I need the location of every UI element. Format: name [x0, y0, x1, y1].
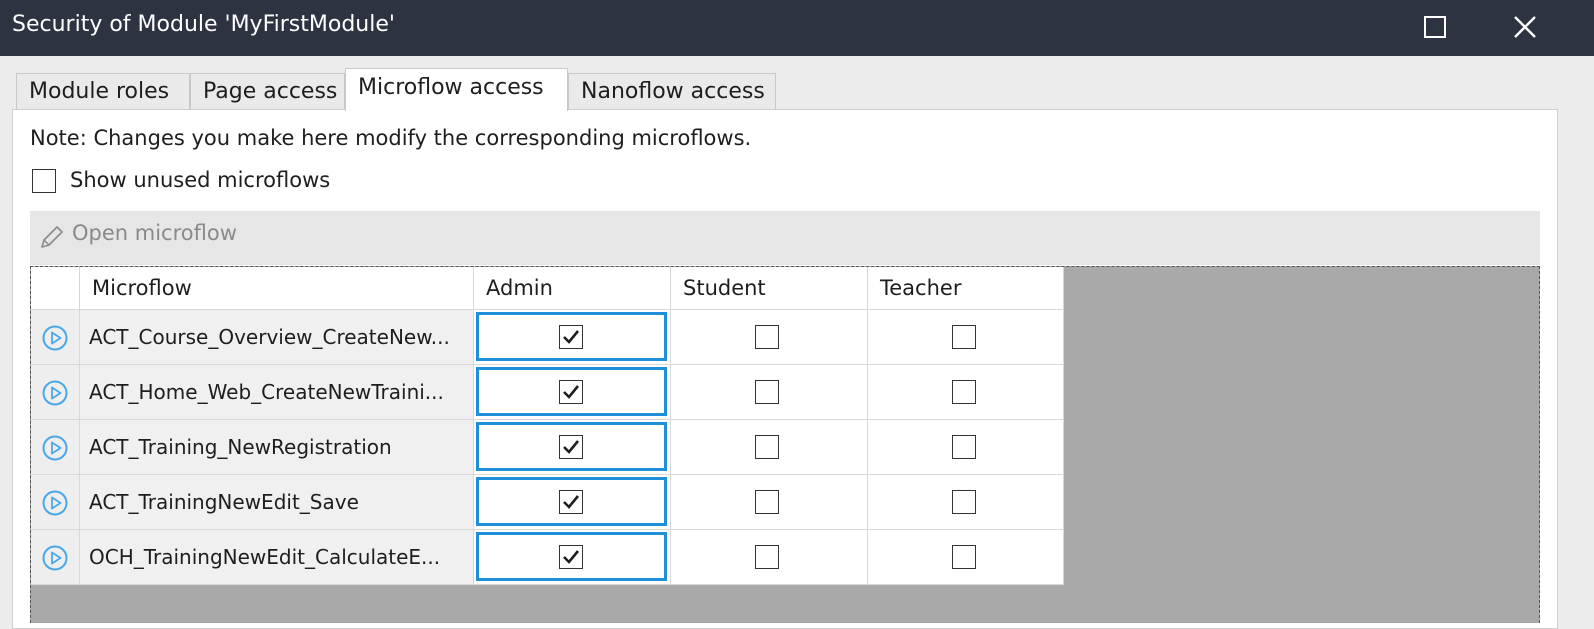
tab-microflow-access[interactable]: Microflow access [345, 68, 568, 111]
microflow-name[interactable]: OCH_TrainingNewEdit_CalculateE... [80, 530, 474, 585]
teacher-checkbox[interactable] [952, 490, 976, 514]
admin-cell[interactable] [474, 365, 671, 420]
student-checkbox[interactable] [755, 435, 779, 459]
student-cell[interactable] [671, 530, 868, 585]
checkmark-icon [563, 550, 580, 564]
teacher-checkbox[interactable] [952, 380, 976, 404]
microflow-play-icon [42, 380, 68, 406]
header-student[interactable]: Student [671, 267, 868, 310]
admin-cell[interactable] [474, 420, 671, 475]
header-admin[interactable]: Admin [474, 267, 671, 310]
student-checkbox[interactable] [755, 325, 779, 349]
student-checkbox[interactable] [755, 490, 779, 514]
tab-page-access[interactable]: Page access [190, 73, 345, 111]
table-row[interactable]: ACT_Home_Web_CreateNewTraini... [31, 365, 1064, 420]
header-icon-column [31, 267, 80, 310]
microflow-play-icon [42, 545, 68, 571]
note-text: Note: Changes you make here modify the c… [30, 126, 752, 150]
teacher-cell[interactable] [868, 475, 1064, 530]
admin-cell[interactable] [474, 310, 671, 365]
microflow-name[interactable]: ACT_Home_Web_CreateNewTraini... [80, 365, 474, 420]
teacher-cell[interactable] [868, 530, 1064, 585]
microflow-name[interactable]: ACT_Training_NewRegistration [80, 420, 474, 475]
microflow-play-icon [42, 490, 68, 516]
student-checkbox[interactable] [755, 380, 779, 404]
row-icon-cell [31, 420, 80, 475]
show-unused-label: Show unused microflows [70, 168, 331, 192]
student-cell[interactable] [671, 420, 868, 475]
admin-checkbox[interactable] [559, 545, 583, 569]
microflow-access-grid: Microflow Admin Student Teacher ACT_Cour… [30, 266, 1540, 623]
microflow-name[interactable]: ACT_TrainingNewEdit_Save [80, 475, 474, 530]
row-icon-cell [31, 310, 80, 365]
table-row[interactable]: ACT_Training_NewRegistration [31, 420, 1064, 475]
student-cell[interactable] [671, 365, 868, 420]
pencil-icon [41, 226, 63, 248]
admin-checkbox[interactable] [559, 325, 583, 349]
header-teacher[interactable]: Teacher [868, 267, 1064, 310]
checkmark-icon [563, 495, 580, 509]
teacher-cell[interactable] [868, 365, 1064, 420]
checkmark-icon [563, 330, 580, 344]
student-cell[interactable] [671, 475, 868, 530]
table-row[interactable]: ACT_Course_Overview_CreateNew... [31, 310, 1064, 365]
show-unused-option[interactable]: Show unused microflows [32, 168, 330, 197]
teacher-checkbox[interactable] [952, 545, 976, 569]
teacher-cell[interactable] [868, 310, 1064, 365]
microflow-play-icon [42, 435, 68, 461]
tab-nanoflow-access[interactable]: Nanoflow access [568, 73, 776, 111]
show-unused-checkbox[interactable] [32, 169, 56, 193]
teacher-checkbox[interactable] [952, 435, 976, 459]
maximize-icon[interactable] [1424, 16, 1446, 38]
teacher-cell[interactable] [868, 420, 1064, 475]
open-microflow-label: Open microflow [72, 221, 237, 245]
title-bar: Security of Module 'MyFirstModule' [0, 0, 1594, 56]
admin-checkbox[interactable] [559, 490, 583, 514]
checkmark-icon [563, 385, 580, 399]
close-icon[interactable] [1511, 13, 1539, 41]
student-checkbox[interactable] [755, 545, 779, 569]
admin-cell[interactable] [474, 475, 671, 530]
admin-checkbox[interactable] [559, 380, 583, 404]
microflow-play-icon [42, 325, 68, 351]
window-title: Security of Module 'MyFirstModule' [12, 12, 395, 37]
admin-checkbox[interactable] [559, 435, 583, 459]
student-cell[interactable] [671, 310, 868, 365]
header-microflow[interactable]: Microflow [80, 267, 474, 310]
row-icon-cell [31, 365, 80, 420]
checkmark-icon [563, 440, 580, 454]
admin-cell[interactable] [474, 530, 671, 585]
row-icon-cell [31, 530, 80, 585]
microflow-name[interactable]: ACT_Course_Overview_CreateNew... [80, 310, 474, 365]
toolbar: Open microflow [30, 211, 1540, 265]
table-row[interactable]: OCH_TrainingNewEdit_CalculateE... [31, 530, 1064, 585]
table-row[interactable]: ACT_TrainingNewEdit_Save [31, 475, 1064, 530]
tab-module-roles[interactable]: Module roles [16, 73, 190, 111]
row-icon-cell [31, 475, 80, 530]
teacher-checkbox[interactable] [952, 325, 976, 349]
